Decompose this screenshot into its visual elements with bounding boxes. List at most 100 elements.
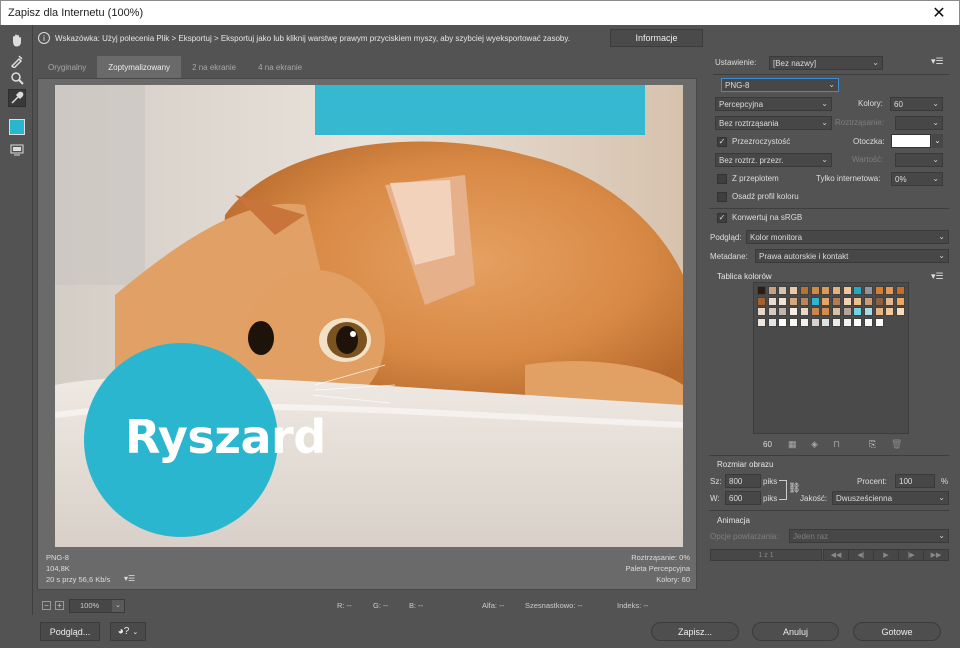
color-swatch[interactable] (821, 286, 831, 295)
dither-algorithm-select[interactable]: Bez roztrząsania ⌄ (715, 116, 832, 130)
color-swatch[interactable] (757, 307, 766, 317)
color-swatch[interactable] (885, 296, 895, 306)
color-swatch[interactable] (789, 286, 799, 295)
info-button[interactable]: Informacje (610, 29, 703, 47)
color-swatch[interactable] (864, 296, 873, 306)
new-color-icon[interactable]: ⎘ (869, 439, 876, 450)
preview-select[interactable]: Kolor monitora ⌄ (746, 230, 949, 244)
color-swatch[interactable] (864, 286, 873, 295)
trash-icon[interactable]: 🗑 (891, 439, 902, 450)
chain-link-icon[interactable]: ⛓ (788, 483, 801, 494)
slice-select-tool-icon[interactable] (8, 52, 26, 70)
color-swatch[interactable] (896, 296, 906, 306)
tab-2-up[interactable]: 2 na ekranie (181, 56, 247, 78)
color-swatch[interactable] (853, 307, 863, 317)
hand-tool-icon[interactable] (8, 31, 26, 49)
transparency-checkbox[interactable]: ✓ (717, 137, 727, 147)
color-swatch[interactable] (874, 296, 884, 306)
lock-color-icon[interactable]: ⊓ (833, 439, 840, 450)
tab-optimized[interactable]: Zoptymalizowany (97, 56, 182, 78)
transparency-dither-select[interactable]: Bez roztrz. przezr. ⌄ (715, 153, 832, 167)
color-swatch[interactable] (821, 318, 831, 328)
web-snap-select[interactable]: 0% ⌄ (891, 172, 943, 186)
interlaced-checkbox[interactable] (717, 174, 727, 184)
embed-profile-checkbox[interactable] (717, 192, 727, 202)
next-frame-icon[interactable]: |▶ (898, 549, 924, 561)
web-shift-icon[interactable]: ◈ (811, 439, 818, 450)
color-swatch[interactable] (885, 286, 895, 295)
last-frame-icon[interactable]: ▶▶ (923, 549, 949, 561)
chevron-down-icon[interactable]: ⌄ (112, 600, 124, 612)
color-swatch[interactable] (896, 286, 906, 295)
color-swatch[interactable] (799, 296, 809, 306)
preset-menu-icon[interactable]: ▾☰ (931, 56, 944, 67)
chevron-down-icon[interactable]: ⌄ (932, 134, 943, 148)
color-swatch[interactable] (789, 318, 799, 328)
preview-in-browser-button[interactable]: Podgląd... (40, 622, 100, 641)
tab-original[interactable]: Oryginalny (37, 56, 97, 78)
prev-frame-icon[interactable]: ◀| (848, 549, 874, 561)
color-swatch[interactable] (767, 307, 777, 317)
toggle-slices-icon[interactable] (8, 141, 26, 159)
color-swatch[interactable] (789, 296, 799, 306)
color-swatch[interactable] (767, 286, 777, 295)
play-icon[interactable]: ▶ (873, 549, 899, 561)
loop-select[interactable]: Jeden raz ⌄ (789, 529, 949, 543)
amount-select[interactable]: ⌄ (895, 153, 943, 167)
color-swatch[interactable] (842, 318, 852, 328)
metadata-select[interactable]: Prawa autorskie i kontakt ⌄ (755, 249, 949, 263)
eyedropper-color-swatch[interactable] (9, 119, 25, 135)
color-swatch[interactable] (874, 318, 884, 328)
dither-amount-select[interactable]: ⌄ (895, 116, 943, 130)
convert-srgb-checkbox[interactable]: ✓ (717, 213, 727, 223)
cancel-button[interactable]: Anuluj (752, 622, 839, 641)
height-input[interactable]: 600 (725, 491, 761, 505)
color-swatch[interactable] (864, 318, 873, 328)
color-swatch[interactable] (831, 296, 841, 306)
color-swatch[interactable] (778, 296, 788, 306)
color-swatch[interactable] (842, 307, 852, 317)
color-swatch[interactable] (810, 296, 820, 306)
format-select[interactable]: PNG-8 ⌄ (721, 78, 839, 92)
close-icon[interactable]: ✕ (919, 1, 959, 25)
color-swatch[interactable] (831, 307, 841, 317)
map-color-icon[interactable]: ▦ (788, 439, 797, 450)
width-input[interactable]: 800 (725, 474, 761, 488)
done-button[interactable]: Gotowe (853, 622, 941, 641)
color-swatch[interactable] (757, 318, 766, 328)
color-swatch[interactable] (767, 318, 777, 328)
color-swatch[interactable] (896, 307, 906, 317)
color-swatch[interactable] (789, 307, 799, 317)
color-reduction-select[interactable]: Percepcyjna ⌄ (715, 97, 832, 111)
color-swatch[interactable] (842, 296, 852, 306)
color-swatch[interactable] (842, 286, 852, 295)
color-swatch[interactable] (799, 286, 809, 295)
matte-color-swatch[interactable] (891, 134, 931, 148)
browser-select[interactable]: ◕? ⌄ (110, 622, 146, 641)
color-swatch[interactable] (853, 318, 863, 328)
color-swatch[interactable] (831, 286, 841, 295)
preset-select[interactable]: [Bez nazwy] ⌄ (769, 56, 883, 70)
color-swatch[interactable] (799, 318, 809, 328)
color-swatch[interactable] (853, 286, 863, 295)
colors-select[interactable]: 60 ⌄ (890, 97, 943, 111)
color-swatch[interactable] (864, 307, 873, 317)
first-frame-icon[interactable]: ◀◀ (823, 549, 849, 561)
color-swatch[interactable] (885, 307, 895, 317)
color-swatch[interactable] (767, 296, 777, 306)
color-swatch[interactable] (778, 318, 788, 328)
zoom-tool-icon[interactable] (8, 69, 26, 87)
color-swatch[interactable] (853, 296, 863, 306)
save-button[interactable]: Zapisz... (651, 622, 739, 641)
eyedropper-tool-icon[interactable] (8, 89, 26, 107)
color-swatch[interactable] (874, 307, 884, 317)
color-table[interactable] (753, 282, 909, 434)
optimized-preview-image[interactable]: Ryszard (55, 85, 683, 547)
zoom-out-icon[interactable]: − (42, 601, 51, 610)
color-swatch[interactable] (757, 286, 766, 295)
quality-select[interactable]: Dwusześcienna ⌄ (832, 491, 949, 505)
color-swatch[interactable] (821, 296, 831, 306)
status-menu-icon[interactable]: ▾☰ (124, 574, 135, 583)
percent-input[interactable]: 100 (895, 474, 935, 488)
color-swatch[interactable] (799, 307, 809, 317)
